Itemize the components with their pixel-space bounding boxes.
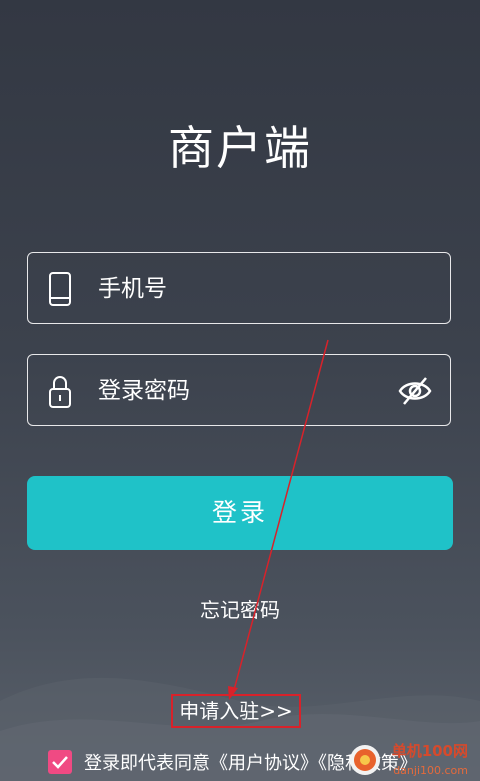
lock-icon: [49, 376, 71, 408]
phone-placeholder: 手机号: [98, 276, 167, 302]
forgot-password-link[interactable]: 忘记密码: [0, 594, 480, 623]
watermark-url: danji100.com: [393, 764, 468, 777]
password-placeholder: 登录密码: [98, 378, 190, 404]
phone-icon: [49, 272, 71, 306]
app-title: 商户端: [168, 121, 312, 175]
apply-link[interactable]: 申请入驻>>: [171, 694, 301, 728]
user-agreement-link[interactable]: 《用户协议》: [210, 753, 318, 774]
watermark-logo-icon: [350, 745, 380, 775]
agreement-prefix: 登录即代表同意: [84, 753, 210, 774]
check-icon: [52, 756, 68, 769]
watermark-name: 单机100网: [391, 742, 468, 760]
phone-input[interactable]: 手机号: [27, 252, 451, 324]
password-input[interactable]: 登录密码: [27, 354, 451, 426]
eye-off-icon[interactable]: [398, 375, 432, 407]
login-button[interactable]: 登录: [27, 476, 453, 550]
agreement-checkbox[interactable]: [48, 750, 72, 774]
